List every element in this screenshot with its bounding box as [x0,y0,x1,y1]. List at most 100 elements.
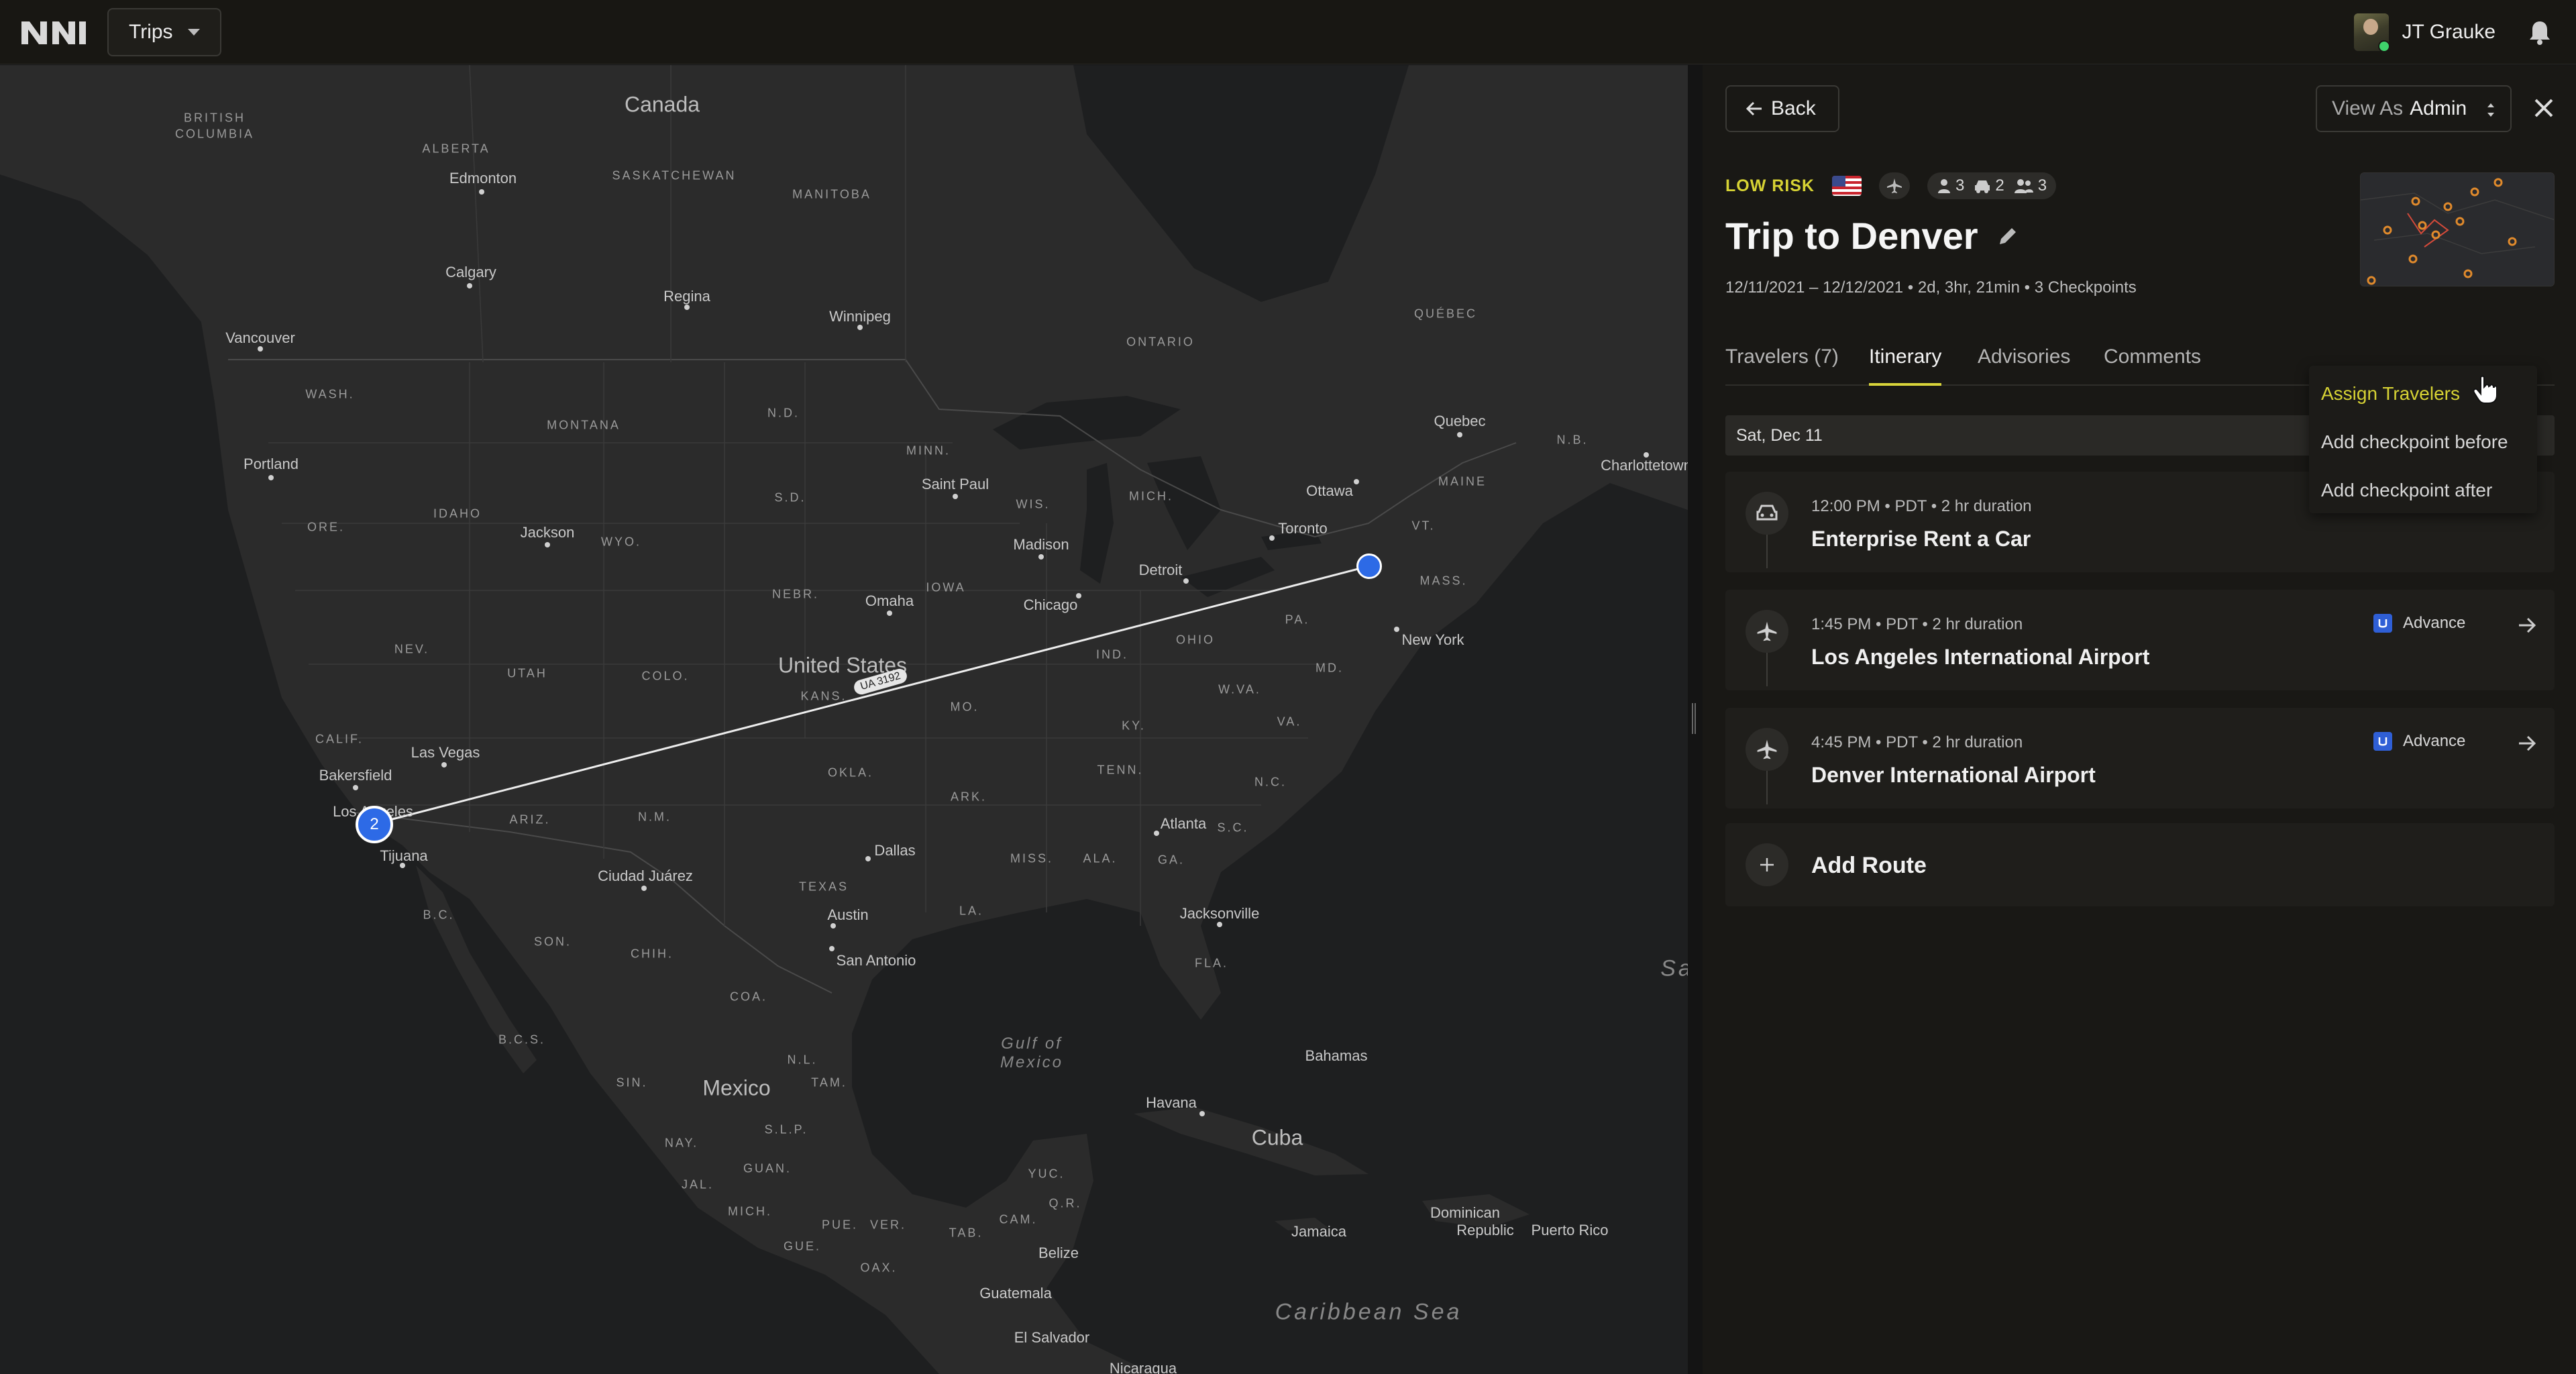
tab-comments[interactable]: Comments [2104,346,2201,386]
checkpoint-meta: 4:45 PM • PDT • 2 hr duration [1811,733,2023,751]
map-label-region: WYO. [601,535,641,549]
map-label-region: S.D. [774,490,806,505]
map-label-region: JAL. [681,1177,714,1192]
map-label-region: QUÉBEC [1413,307,1478,321]
plane-icon [1887,178,1902,193]
map-label-region: N.D. [767,406,800,420]
trip-badges: LOW RISK 3 2 3 [1725,172,2057,199]
plane-icon [1757,739,1777,759]
minimap-canvas [2361,173,2554,286]
trips-menu-button[interactable]: Trips [107,8,221,56]
advance-logo-icon [2373,732,2392,751]
trip-counts-badge: 3 2 3 [1927,172,2057,199]
hand-cursor-icon [2473,375,2497,404]
map-label-region: YUC. [1028,1167,1065,1181]
map-label-region: BRITISH [183,111,246,125]
menu-item-add-checkpoint-after[interactable]: Add checkpoint after [2321,480,2492,501]
destination-marker[interactable] [1356,553,1382,579]
arrow-right-icon[interactable] [2517,615,2537,635]
map-label-region: GUE. [783,1239,822,1253]
origin-cluster-marker[interactable]: 2 [356,806,393,843]
map-label-city: Edmonton [449,170,517,187]
menu-item-add-checkpoint-before[interactable]: Add checkpoint before [2321,431,2508,453]
map-label-region: KY. [1122,719,1146,733]
checkpoint-meta: 1:45 PM • PDT • 2 hr duration [1811,615,2023,633]
trip-summary: 12/11/2021 – 12/12/2021 • 2d, 3hr, 21min… [1725,278,2137,297]
advance-link[interactable]: Advance [2373,732,2465,751]
map-label-city: Austin [827,906,869,923]
map-label-city: Guatemala [979,1285,1052,1302]
car-icon [1975,180,1990,193]
sort-updown-icon [2487,103,2494,117]
pencil-icon[interactable] [1997,225,2019,247]
tab-itinerary[interactable]: Itinerary [1869,346,1942,386]
arrow-right-icon[interactable] [2517,733,2537,753]
map-label-region: NAY. [664,1136,699,1150]
map-label-water: Gulf of [1001,1035,1063,1053]
map-canvas [0,65,1688,1374]
user-menu[interactable]: JT Grauke [2353,8,2496,56]
trip-title: Trip to Denver [1725,214,2019,258]
map-label-region: CALIF. [315,732,364,746]
map-label-city: Ciudad Juárez [598,867,693,884]
people-icon [2014,179,2033,193]
map-label-city: Havana [1146,1094,1197,1111]
route-minimap[interactable] [2360,172,2555,286]
back-button[interactable]: Back [1725,85,1839,132]
checkpoint-card[interactable]: 4:45 PM • PDT • 2 hr duration Denver Int… [1725,708,2555,808]
map-label-city: Tijuana [380,847,428,864]
plus-icon [1760,858,1774,871]
map-label-sea: Caribbean Sea [1275,1299,1462,1325]
view-as-select[interactable]: View As Admin [2316,85,2512,132]
menu-item-assign-travelers[interactable]: Assign Travelers [2321,383,2460,405]
map-label-region: TENN. [1097,763,1144,777]
map-label-region: COLUMBIA [174,127,255,141]
map-label-city: Atlanta [1160,815,1207,832]
trips-menu-label: Trips [129,21,173,43]
map-label-region: S.L.P. [764,1122,808,1137]
map-label-city: Toronto [1278,520,1328,537]
map-label-city: Belize [1038,1245,1079,1261]
arrow-left-icon [1746,101,1762,116]
panel-resize-handle[interactable] [1692,703,1696,734]
add-route-button[interactable]: Add Route [1725,823,2555,906]
map-label-city: Quebec [1434,413,1486,429]
map-label-region: COA. [729,990,768,1004]
checkpoint-card[interactable]: 1:45 PM • PDT • 2 hr duration Los Angele… [1725,590,2555,690]
map-label-city: Dallas [874,842,916,859]
group-count-value: 3 [2037,176,2047,195]
tab-advisories[interactable]: Advisories [1978,346,2070,386]
map-view[interactable]: Canada BRITISH COLUMBIA ALBERTA SASKATCHEWAN… [0,65,1688,1374]
map-label-city: Charlottetown [1601,457,1688,474]
map-label-region: VT. [1411,519,1436,533]
map-label-region: SASKATCHEWAN [612,168,737,182]
map-label-city: Calgary [445,264,496,280]
map-label-city: Saint Paul [921,476,989,492]
checkpoint-context-menu: Assign Travelers Add checkpoint before A… [2309,366,2537,513]
map-label-region: ALBERTA [422,142,490,156]
advance-logo-icon [2373,614,2392,633]
app-logo[interactable] [20,19,87,46]
map-label-region: MASS. [1419,574,1468,588]
map-label-region: NEBR. [771,587,820,601]
map-label-city: Jamaica [1291,1223,1346,1240]
bell-icon[interactable] [2526,19,2553,46]
map-label-city: Bakersfield [319,767,392,784]
map-label-region: S.C. [1217,821,1249,835]
map-label-region: B.C. [423,908,455,922]
checkpoint-icon-circle [1746,610,1788,653]
map-label-region: MANITOBA [792,187,871,201]
map-label-city: Omaha [865,592,914,609]
tab-travelers[interactable]: Travelers (7) [1725,346,1839,386]
close-icon[interactable] [2532,96,2556,120]
land-north-america [0,65,1688,1374]
vehicle-count-value: 2 [1995,176,2004,195]
map-label-city: New York [1401,631,1464,648]
map-label-region: IND. [1096,647,1128,662]
map-label-region: CAM. [999,1212,1038,1226]
map-label-city: Jackson [520,524,575,541]
advance-link[interactable]: Advance [2373,614,2465,633]
checkpoint-meta: 12:00 PM • PDT • 2 hr duration [1811,497,2032,515]
map-label-country: Cuba [1251,1125,1303,1150]
avatar[interactable] [2353,13,2390,52]
